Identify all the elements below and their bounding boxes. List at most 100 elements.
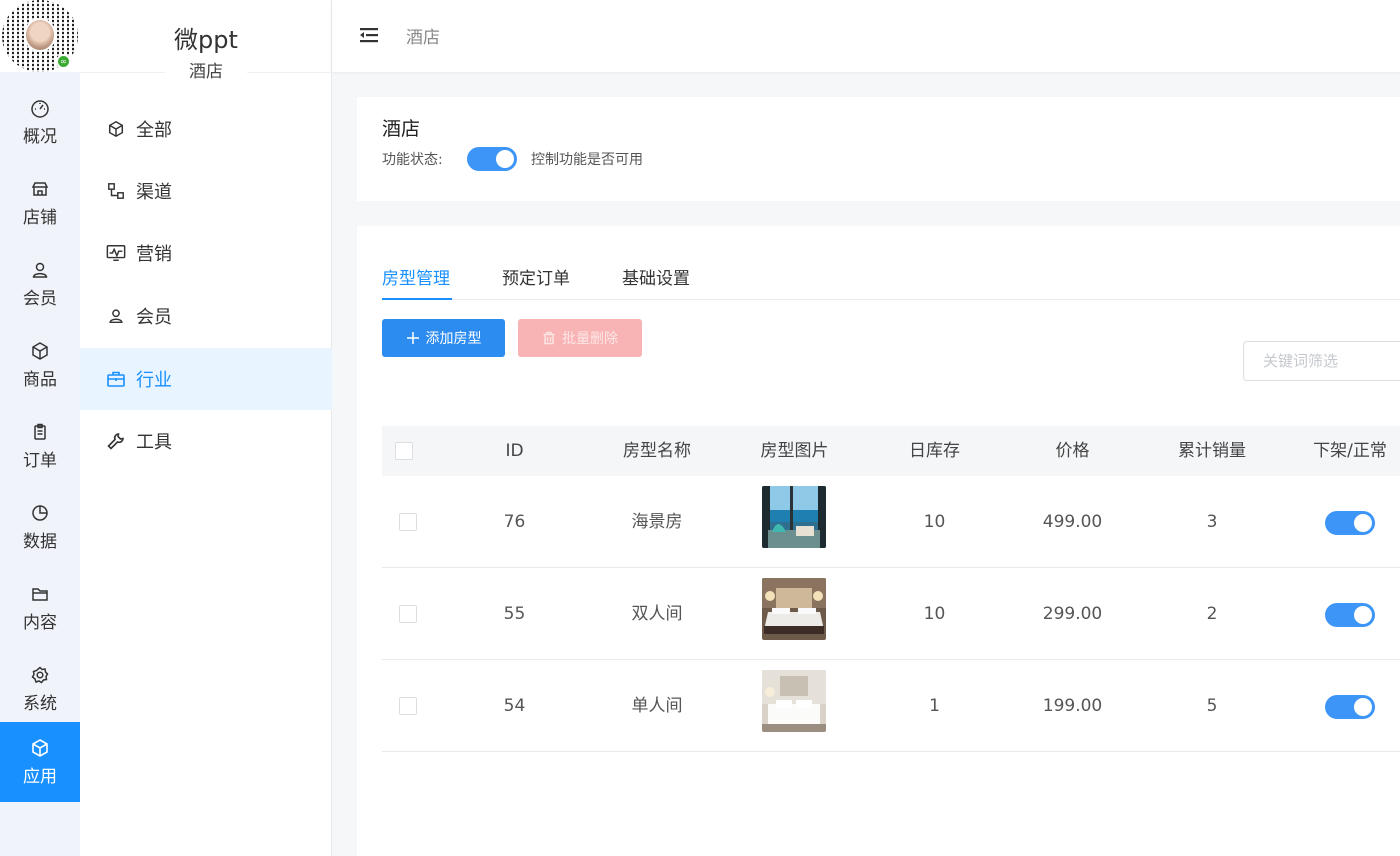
- cell-price: 299.00: [1042, 604, 1103, 624]
- plus-icon: [406, 331, 420, 345]
- rail-item-label: 内容: [23, 612, 57, 633]
- rail-item-overview[interactable]: 概况: [0, 82, 80, 162]
- room-image-thumbnail[interactable]: [762, 486, 826, 548]
- dashboard-icon: [30, 98, 50, 118]
- batch-delete-label: 批量删除: [562, 331, 618, 347]
- rail-item-orders[interactable]: 订单: [0, 406, 80, 486]
- brand-name: 微ppt: [174, 26, 238, 54]
- icon-rail: ∞ 概况 店铺 会员 商品 订单 数据 内容 系统 应用: [0, 0, 80, 856]
- cube-icon: [30, 738, 50, 758]
- table-row: 55 双人间 10 299.00 2: [382, 568, 1400, 660]
- on-sale-toggle[interactable]: [1325, 511, 1375, 535]
- on-sale-toggle[interactable]: [1325, 695, 1375, 719]
- column-header-price[interactable]: 价格: [1020, 426, 1125, 476]
- submenu-item-channels[interactable]: 渠道: [80, 160, 332, 222]
- clipboard-icon: [30, 422, 50, 442]
- rail-item-system[interactable]: 系统: [0, 649, 80, 729]
- feature-title: 酒店: [382, 118, 421, 140]
- tab-room-types[interactable]: 房型管理: [382, 264, 450, 289]
- cell-id: 76: [503, 512, 526, 532]
- mini-program-qr-logo[interactable]: ∞: [0, 0, 80, 72]
- submenu-item-industry[interactable]: 行业: [80, 348, 332, 410]
- cell-room-name: 海景房: [631, 512, 683, 532]
- user-icon: [106, 306, 126, 326]
- submenu-item-all[interactable]: 全部: [80, 98, 332, 160]
- rail-item-label: 系统: [23, 693, 57, 714]
- submenu-item-label: 营销: [136, 244, 172, 265]
- cell-room-name: 单人间: [631, 696, 683, 716]
- add-room-type-button[interactable]: 添加房型: [382, 319, 505, 357]
- cell-total-sales: 3: [1206, 512, 1218, 532]
- tab-basic-settings[interactable]: 基础设置: [622, 264, 690, 289]
- rail-item-products[interactable]: 商品: [0, 325, 80, 405]
- rail-item-store[interactable]: 店铺: [0, 163, 80, 243]
- cell-price: 199.00: [1042, 696, 1103, 716]
- pie-chart-icon: [30, 503, 50, 523]
- room-management-card: 房型管理 预定订单 基础设置 添加房型 批量删除 ID 房型名称 房型图片 日库…: [357, 226, 1400, 856]
- submenu-item-label: 会员: [136, 307, 172, 328]
- column-header-id[interactable]: ID: [462, 426, 567, 476]
- row-checkbox[interactable]: [399, 605, 417, 623]
- rail-item-label: 数据: [23, 531, 57, 552]
- store-icon: [30, 179, 50, 199]
- on-sale-toggle[interactable]: [1325, 603, 1375, 627]
- wrench-icon: [106, 431, 126, 451]
- cube-icon: [106, 119, 126, 139]
- submenu-item-label: 行业: [136, 370, 172, 391]
- column-header-room-image: 房型图片: [760, 441, 829, 461]
- submenu-item-members[interactable]: 会员: [80, 285, 332, 347]
- row-checkbox[interactable]: [399, 513, 417, 531]
- cell-total-sales: 2: [1206, 604, 1218, 624]
- tab-divider: [382, 299, 1400, 300]
- cell-total-sales: 5: [1206, 696, 1218, 716]
- table-header: ID 房型名称 房型图片 日库存 价格 累计销量 下架/正常: [382, 426, 1400, 476]
- cell-daily-stock: 10: [923, 512, 946, 532]
- gear-icon: [30, 665, 50, 685]
- briefcase-icon: [106, 369, 126, 389]
- rail-item-members[interactable]: 会员: [0, 244, 80, 324]
- feature-enabled-toggle[interactable]: [467, 147, 517, 171]
- add-room-type-label: 添加房型: [425, 331, 482, 347]
- menu-collapse-icon[interactable]: [358, 24, 380, 46]
- feature-description: 控制功能是否可用: [531, 152, 643, 168]
- feature-status-card: 酒店 功能状态: 控制功能是否可用: [357, 97, 1400, 201]
- submenu-item-marketing[interactable]: 营销: [80, 222, 332, 284]
- link-badge-icon: ∞: [56, 54, 71, 69]
- rail-item-label: 订单: [23, 450, 57, 471]
- brand-subtitle: 酒店: [165, 60, 247, 84]
- cell-daily-stock: 1: [929, 696, 940, 716]
- tab-bookings[interactable]: 预定订单: [502, 264, 570, 289]
- trash-icon: [542, 331, 556, 345]
- column-header-room-name[interactable]: 房型名称: [602, 426, 712, 476]
- cell-price: 499.00: [1042, 512, 1103, 532]
- submenu-item-label: 工具: [136, 432, 172, 453]
- cell-daily-stock: 10: [923, 604, 946, 624]
- cell-room-name: 双人间: [631, 604, 683, 624]
- column-header-daily-stock[interactable]: 日库存: [882, 426, 987, 476]
- room-image-thumbnail[interactable]: [762, 670, 826, 732]
- row-checkbox[interactable]: [399, 697, 417, 715]
- select-all-checkbox[interactable]: [395, 442, 413, 460]
- column-header-total-sales[interactable]: 累计销量: [1157, 426, 1267, 476]
- monitor-chart-icon: [106, 243, 126, 263]
- rail-item-label: 店铺: [23, 207, 57, 228]
- room-image-thumbnail[interactable]: [762, 578, 826, 640]
- folder-icon: [30, 584, 50, 604]
- batch-delete-button[interactable]: 批量删除: [518, 319, 642, 357]
- submenu-item-label: 全部: [136, 120, 172, 141]
- channel-icon: [106, 181, 126, 201]
- table-row: 54 单人间 1 199.00 5: [382, 660, 1400, 752]
- rail-item-label: 概况: [23, 126, 57, 147]
- submenu-item-tools[interactable]: 工具: [80, 410, 332, 472]
- box-icon: [30, 341, 50, 361]
- rail-item-apps[interactable]: 应用: [0, 722, 80, 802]
- table-row: 76 海景房 10 499.00 3: [382, 476, 1400, 568]
- tab-active-indicator: [382, 298, 452, 300]
- rail-item-content[interactable]: 内容: [0, 568, 80, 648]
- rail-item-label: 商品: [23, 369, 57, 390]
- cell-id: 55: [503, 604, 526, 624]
- breadcrumb[interactable]: 酒店: [406, 23, 440, 48]
- feature-status-label: 功能状态:: [382, 152, 443, 168]
- keyword-search-input[interactable]: [1243, 341, 1400, 381]
- rail-item-data[interactable]: 数据: [0, 487, 80, 567]
